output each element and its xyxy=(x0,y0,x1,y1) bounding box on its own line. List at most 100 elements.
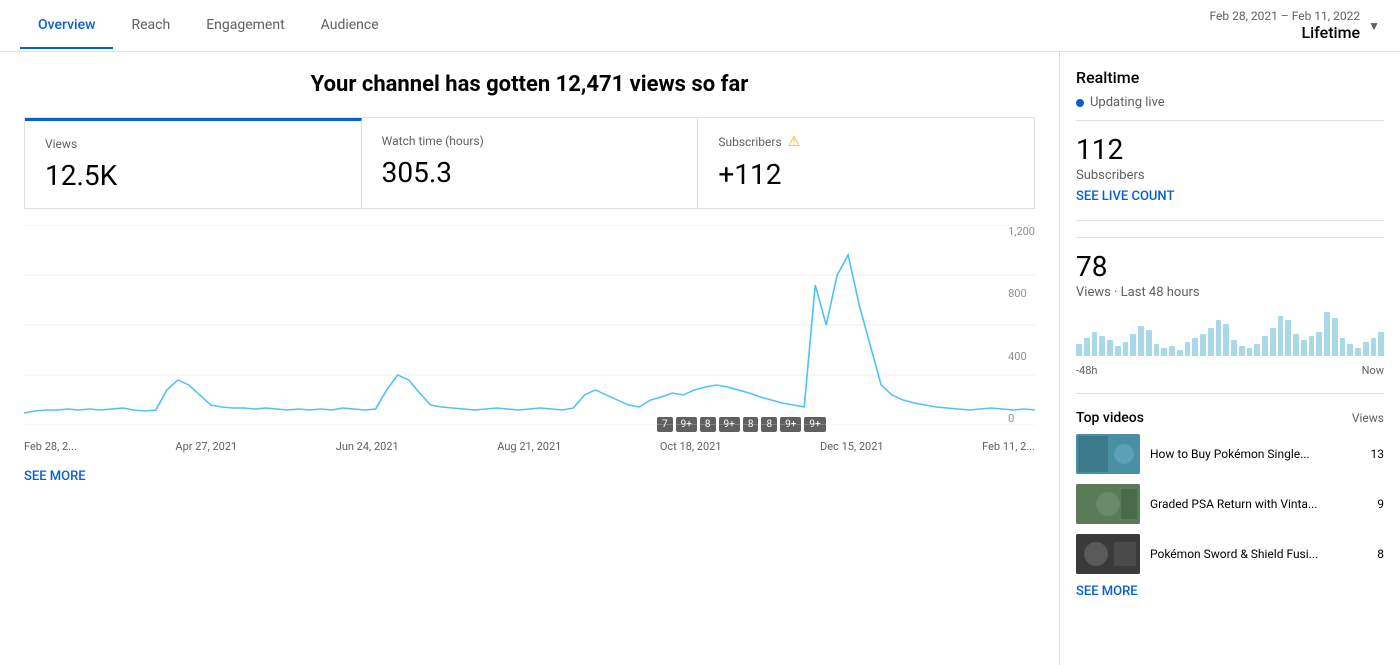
mini-bar xyxy=(1285,320,1291,356)
chart-x-labels: Feb 28, 2... Apr 27, 2021 Jun 24, 2021 A… xyxy=(24,440,1035,453)
video-title-2: Graded PSA Return with Vinta... xyxy=(1150,496,1367,513)
mini-bar xyxy=(1208,328,1214,356)
mini-bar xyxy=(1301,340,1307,356)
mini-bar xyxy=(1347,344,1353,356)
video-views-2: 9 xyxy=(1377,497,1384,511)
stat-value-views: 12.5K xyxy=(45,159,341,192)
see-live-count-button[interactable]: SEE LIVE COUNT xyxy=(1076,189,1384,204)
top-videos-section: Top videos Views How to Buy Pokémon Sing… xyxy=(1076,410,1384,615)
sidebar-see-more-button[interactable]: SEE MORE xyxy=(1076,584,1384,599)
tab-reach[interactable]: Reach xyxy=(113,3,188,49)
top-videos-header: Top videos Views xyxy=(1076,410,1384,426)
stat-value-subscribers: +112 xyxy=(718,158,1014,191)
video-title-3: Pokémon Sword & Shield Fusi... xyxy=(1150,546,1367,563)
mini-chart-label-left: -48h xyxy=(1076,364,1097,377)
video-item[interactable]: Graded PSA Return with Vinta... 9 xyxy=(1076,484,1384,524)
date-range-sub: Feb 28, 2021 – Feb 11, 2022 xyxy=(1210,9,1361,23)
date-range-picker[interactable]: Feb 28, 2021 – Feb 11, 2022 Lifetime ▼ xyxy=(1210,9,1381,42)
tab-engagement[interactable]: Engagement xyxy=(188,3,302,49)
mini-bar xyxy=(1254,344,1260,356)
views-section: 78 Views · Last 48 hours xyxy=(1076,237,1384,394)
mini-bar xyxy=(1115,346,1121,356)
stats-cards: Views 12.5K Watch time (hours) 305.3 Sub… xyxy=(24,117,1035,209)
x-label-apr27: Apr 27, 2021 xyxy=(175,440,237,453)
x-label-aug21: Aug 21, 2021 xyxy=(497,440,561,453)
mini-bar xyxy=(1154,344,1160,356)
video-thumb-2 xyxy=(1076,484,1140,524)
x-label-feb28: Feb 28, 2... xyxy=(24,440,77,453)
mini-bar xyxy=(1146,330,1152,356)
mini-bar xyxy=(1262,336,1268,356)
mini-bar xyxy=(1239,346,1245,356)
mini-bar xyxy=(1355,348,1361,356)
mini-bar xyxy=(1371,338,1377,356)
x-label-dec15: Dec 15, 2021 xyxy=(820,440,884,453)
mini-bar xyxy=(1177,350,1183,356)
realtime-subscribers-label: Subscribers xyxy=(1076,168,1384,183)
channel-headline: Your channel has gotten 12,471 views so … xyxy=(24,72,1035,97)
mini-bar xyxy=(1084,338,1090,356)
realtime-subscribers-count: 112 xyxy=(1076,133,1384,166)
stat-label-subscribers: Subscribers ⚠ xyxy=(718,134,1014,150)
mini-bar xyxy=(1278,316,1284,356)
mini-bar-chart xyxy=(1076,308,1384,356)
mini-bar xyxy=(1247,348,1253,356)
stat-card-views[interactable]: Views 12.5K xyxy=(25,118,362,208)
mini-bar xyxy=(1231,340,1237,356)
main-chart xyxy=(24,225,1035,425)
mini-bar xyxy=(1363,342,1369,356)
mini-bar xyxy=(1192,338,1198,356)
stat-label-watchtime: Watch time (hours) xyxy=(382,134,678,148)
mini-chart-labels: -48h Now xyxy=(1076,364,1384,377)
mini-bar xyxy=(1332,318,1338,356)
video-info-2: Graded PSA Return with Vinta... xyxy=(1150,496,1367,513)
views-count: 78 xyxy=(1076,250,1384,283)
see-more-button[interactable]: SEE MORE xyxy=(24,469,86,484)
mini-bar xyxy=(1309,336,1315,356)
tab-audience[interactable]: Audience xyxy=(303,3,397,49)
stat-value-watchtime: 305.3 xyxy=(382,156,678,189)
x-label-oct18: Oct 18, 2021 xyxy=(660,440,722,453)
mini-bar xyxy=(1324,312,1330,356)
mini-bar xyxy=(1316,332,1322,356)
mini-bar xyxy=(1340,338,1346,356)
updating-live-label: Updating live xyxy=(1090,95,1165,110)
mini-bar xyxy=(1092,332,1098,356)
dropdown-arrow-icon: ▼ xyxy=(1368,19,1380,33)
live-dot-icon xyxy=(1076,99,1084,107)
left-content: Your channel has gotten 12,471 views so … xyxy=(0,52,1060,665)
views-label: Views · Last 48 hours xyxy=(1076,285,1384,300)
stat-card-subscribers[interactable]: Subscribers ⚠ +112 xyxy=(698,118,1034,208)
x-label-jun24: Jun 24, 2021 xyxy=(336,440,399,453)
video-info-3: Pokémon Sword & Shield Fusi... xyxy=(1150,546,1367,563)
stat-label-views: Views xyxy=(45,137,341,151)
mini-chart-label-right: Now xyxy=(1362,364,1384,377)
main-layout: Your channel has gotten 12,471 views so … xyxy=(0,52,1400,665)
mini-bar xyxy=(1200,334,1206,356)
x-label-feb11: Feb 11, 2... xyxy=(982,440,1035,453)
nav-tabs: Overview Reach Engagement Audience xyxy=(20,3,397,49)
video-item[interactable]: How to Buy Pokémon Single... 13 xyxy=(1076,434,1384,474)
video-info-1: How to Buy Pokémon Single... xyxy=(1150,446,1361,463)
mini-bar xyxy=(1378,332,1384,356)
video-item[interactable]: Pokémon Sword & Shield Fusi... 8 xyxy=(1076,534,1384,574)
warning-icon: ⚠ xyxy=(788,134,801,150)
realtime-title: Realtime xyxy=(1076,68,1384,87)
chart-container: 1,200 800 400 0 xyxy=(24,225,1035,429)
mini-bar xyxy=(1223,324,1229,356)
video-title-1: How to Buy Pokémon Single... xyxy=(1150,446,1361,463)
video-thumb-1 xyxy=(1076,434,1140,474)
video-thumb-3 xyxy=(1076,534,1140,574)
mini-bar xyxy=(1107,340,1113,356)
date-range-label: Feb 28, 2021 – Feb 11, 2022 Lifetime xyxy=(1210,9,1361,42)
stat-card-watchtime[interactable]: Watch time (hours) 305.3 xyxy=(362,118,699,208)
mini-bar xyxy=(1076,344,1082,356)
realtime-section: Realtime Updating live 112 Subscribers S… xyxy=(1076,68,1384,221)
mini-bar xyxy=(1138,326,1144,356)
date-range-main: Lifetime xyxy=(1210,23,1361,42)
mini-bar xyxy=(1169,346,1175,356)
mini-bar xyxy=(1161,348,1167,356)
tab-overview[interactable]: Overview xyxy=(20,3,113,49)
mini-bar xyxy=(1293,334,1299,356)
mini-bar xyxy=(1216,320,1222,356)
